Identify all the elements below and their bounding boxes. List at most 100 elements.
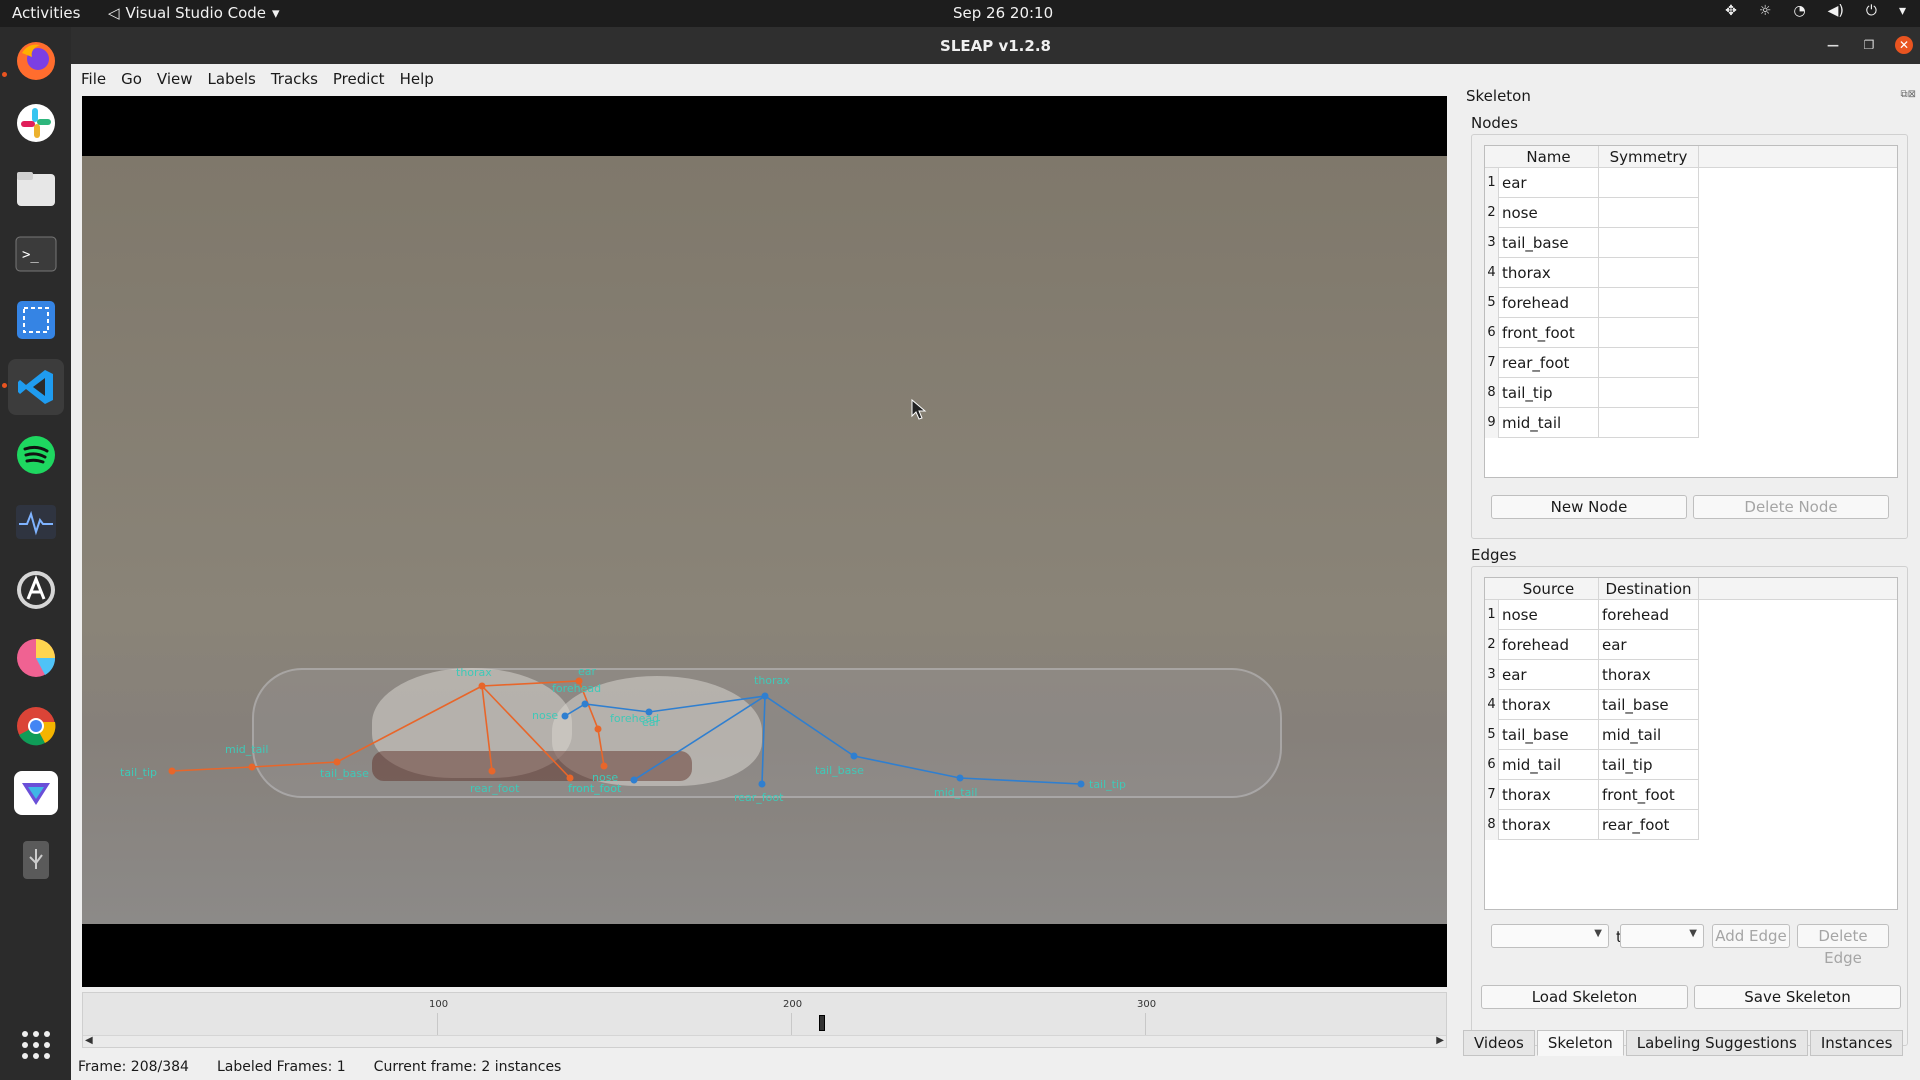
menu-file[interactable]: File bbox=[81, 70, 106, 88]
timeline-scrollbar[interactable]: ◀ ▶ bbox=[83, 1035, 1446, 1047]
volume-icon[interactable]: ◀) bbox=[1828, 3, 1844, 19]
save-skeleton-button[interactable]: Save Skeleton bbox=[1694, 985, 1901, 1009]
menu-view[interactable]: View bbox=[157, 70, 193, 88]
panel-dock-buttons[interactable]: ⧉⊠ bbox=[1900, 89, 1916, 100]
maximize-icon[interactable]: ❐ bbox=[1860, 36, 1878, 54]
sleap-icon[interactable] bbox=[8, 765, 64, 821]
table-cell[interactable]: tail_base bbox=[1599, 690, 1699, 720]
close-icon[interactable]: ⊠ bbox=[1908, 89, 1916, 100]
video-frame[interactable]: thorax ear forehead nose mid_tail tail_t… bbox=[82, 156, 1447, 924]
chevron-down-icon[interactable]: ▾ bbox=[1899, 3, 1906, 19]
row-number[interactable]: 7 bbox=[1485, 780, 1499, 810]
row-number[interactable]: 9 bbox=[1485, 408, 1499, 438]
usb-icon[interactable] bbox=[8, 832, 64, 888]
edge-destination-select[interactable]: ▼ bbox=[1620, 924, 1704, 948]
table-cell[interactable] bbox=[1599, 168, 1699, 198]
load-skeleton-button[interactable]: Load Skeleton bbox=[1481, 985, 1688, 1009]
table-row[interactable]: 5 tail_base mid_tail bbox=[1485, 720, 1897, 750]
header-source[interactable]: Source bbox=[1499, 578, 1599, 599]
table-cell[interactable]: thorax bbox=[1599, 660, 1699, 690]
table-cell[interactable]: tail_tip bbox=[1499, 378, 1599, 408]
pie-app-icon[interactable] bbox=[8, 630, 64, 686]
table-row[interactable]: 8 thorax rear_foot bbox=[1485, 810, 1897, 840]
window-titlebar[interactable]: SLEAP v1.2.8 — ❐ ✕ bbox=[71, 27, 1920, 64]
table-cell[interactable]: front_foot bbox=[1499, 318, 1599, 348]
header-name[interactable]: Name bbox=[1499, 146, 1599, 167]
frame-timeline[interactable]: 100 200 300 ◀ ▶ bbox=[82, 992, 1447, 1048]
table-cell[interactable]: thorax bbox=[1499, 780, 1599, 810]
row-number[interactable]: 2 bbox=[1485, 630, 1499, 660]
row-number[interactable]: 1 bbox=[1485, 168, 1499, 198]
table-cell[interactable] bbox=[1599, 378, 1699, 408]
new-node-button[interactable]: New Node bbox=[1491, 495, 1687, 519]
table-row[interactable]: 3 ear thorax bbox=[1485, 660, 1897, 690]
table-cell[interactable] bbox=[1599, 348, 1699, 378]
minimize-icon[interactable]: — bbox=[1824, 36, 1842, 54]
edge-source-select[interactable]: ▼ bbox=[1491, 924, 1609, 948]
table-cell[interactable]: tail_tip bbox=[1599, 750, 1699, 780]
table-cell[interactable]: ear bbox=[1499, 168, 1599, 198]
table-cell[interactable]: mid_tail bbox=[1499, 408, 1599, 438]
table-row[interactable]: 3 tail_base bbox=[1485, 228, 1897, 258]
table-cell[interactable]: tail_base bbox=[1499, 228, 1599, 258]
dropbox-icon[interactable]: ✥ bbox=[1725, 3, 1737, 19]
clock[interactable]: Sep 26 20:10 bbox=[953, 4, 1053, 22]
app-store-icon[interactable] bbox=[8, 562, 64, 618]
menu-predict[interactable]: Predict bbox=[333, 70, 385, 88]
scroll-left-icon[interactable]: ◀ bbox=[85, 1035, 93, 1046]
slack-icon[interactable] bbox=[8, 95, 64, 151]
screenshot-icon[interactable] bbox=[8, 292, 64, 348]
table-row[interactable]: 1 nose forehead bbox=[1485, 600, 1897, 630]
edges-table[interactable]: Source Destination 1 nose forehead 2 forehea… bbox=[1484, 577, 1898, 910]
delete-edge-button[interactable]: Delete Edge bbox=[1797, 924, 1889, 967]
row-number[interactable]: 6 bbox=[1485, 318, 1499, 348]
vscode-icon[interactable] bbox=[8, 359, 64, 415]
table-cell[interactable] bbox=[1599, 288, 1699, 318]
table-cell[interactable]: tail_base bbox=[1499, 720, 1599, 750]
system-tray[interactable]: ✥ ☼ ◔ ◀) ⏻ ▾ bbox=[1725, 3, 1906, 19]
terminal-icon[interactable]: >_ bbox=[8, 226, 64, 282]
table-row[interactable]: 4 thorax bbox=[1485, 258, 1897, 288]
row-number[interactable]: 1 bbox=[1485, 600, 1499, 630]
app-grid-icon[interactable] bbox=[8, 1017, 64, 1073]
firefox-icon[interactable] bbox=[8, 33, 64, 89]
table-row[interactable]: 9 mid_tail bbox=[1485, 408, 1897, 438]
header-destination[interactable]: Destination bbox=[1599, 578, 1699, 599]
table-row[interactable]: 2 forehead ear bbox=[1485, 630, 1897, 660]
table-row[interactable]: 8 tail_tip bbox=[1485, 378, 1897, 408]
table-row[interactable]: 1 ear bbox=[1485, 168, 1897, 198]
table-cell[interactable]: forehead bbox=[1499, 288, 1599, 318]
row-number[interactable]: 6 bbox=[1485, 750, 1499, 780]
row-number[interactable]: 8 bbox=[1485, 810, 1499, 840]
table-cell[interactable]: nose bbox=[1499, 198, 1599, 228]
table-row[interactable]: 7 rear_foot bbox=[1485, 348, 1897, 378]
table-cell[interactable] bbox=[1599, 408, 1699, 438]
delete-node-button[interactable]: Delete Node bbox=[1693, 495, 1889, 519]
chrome-icon[interactable] bbox=[8, 698, 64, 754]
table-cell[interactable]: ear bbox=[1599, 630, 1699, 660]
table-cell[interactable]: forehead bbox=[1599, 600, 1699, 630]
nodes-table[interactable]: Name Symmetry 1 ear 2 nose 3 tail_base 4 thorax… bbox=[1484, 145, 1898, 478]
table-cell[interactable] bbox=[1599, 318, 1699, 348]
table-row[interactable]: 4 thorax tail_base bbox=[1485, 690, 1897, 720]
menu-help[interactable]: Help bbox=[400, 70, 434, 88]
table-cell[interactable]: front_foot bbox=[1599, 780, 1699, 810]
table-row[interactable]: 6 mid_tail tail_tip bbox=[1485, 750, 1897, 780]
header-symmetry[interactable]: Symmetry bbox=[1599, 146, 1699, 167]
row-number[interactable]: 4 bbox=[1485, 258, 1499, 288]
row-number[interactable]: 3 bbox=[1485, 228, 1499, 258]
table-cell[interactable] bbox=[1599, 228, 1699, 258]
table-cell[interactable]: thorax bbox=[1499, 690, 1599, 720]
timeline-thumb[interactable] bbox=[819, 1015, 825, 1031]
table-cell[interactable]: mid_tail bbox=[1499, 750, 1599, 780]
menu-go[interactable]: Go bbox=[121, 70, 142, 88]
add-edge-button[interactable]: Add Edge bbox=[1712, 924, 1790, 948]
row-number[interactable]: 4 bbox=[1485, 690, 1499, 720]
wifi-icon[interactable]: ◔ bbox=[1793, 3, 1805, 19]
scroll-right-icon[interactable]: ▶ bbox=[1436, 1035, 1444, 1046]
table-row[interactable]: 2 nose bbox=[1485, 198, 1897, 228]
tab-labeling-suggestions[interactable]: Labeling Suggestions bbox=[1625, 1030, 1808, 1056]
orange-keypoints[interactable] bbox=[168, 677, 608, 782]
row-number[interactable]: 7 bbox=[1485, 348, 1499, 378]
table-cell[interactable]: thorax bbox=[1499, 258, 1599, 288]
